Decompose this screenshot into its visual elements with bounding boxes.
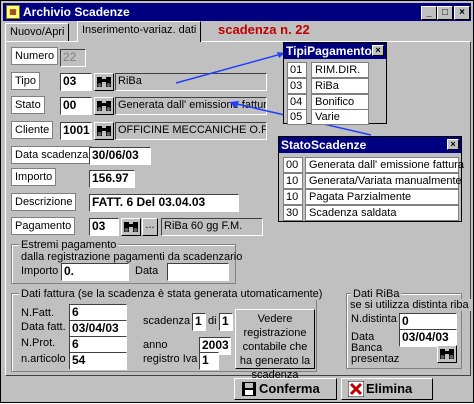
stato-scadenze-title: StatoScadenze × (279, 137, 461, 153)
tipo-arrow (175, 52, 286, 84)
stato-code: 30 (283, 205, 303, 221)
stato-scadenze-popup: StatoScadenze × 00 Generata dall' emissi… (278, 136, 464, 222)
tipi-desc: Varie (311, 109, 369, 125)
tipi-pagamento-title-text: TipiPagamento (286, 44, 372, 58)
tipi-close-icon[interactable]: × (372, 45, 384, 56)
tipi-pagamento-title: TipiPagamento × (284, 43, 386, 59)
list-item[interactable]: 03 RiBa (287, 78, 369, 94)
stato-arrow-head (229, 101, 239, 108)
tipi-desc: RiBa (311, 78, 369, 94)
list-item[interactable]: 04 Bonifico (287, 94, 369, 110)
list-item[interactable]: 01 RIM.DIR. (287, 62, 369, 78)
tipi-desc: Bonifico (311, 94, 369, 110)
stato-code: 10 (283, 173, 303, 189)
tipi-desc: RIM.DIR. (311, 62, 369, 78)
list-item[interactable]: 05 Varie (287, 109, 369, 125)
stato-desc: Scadenza saldata (305, 205, 459, 221)
stato-desc: Generata dall' emissione fattura (305, 157, 464, 173)
app-window: ▦ Archivio Scadenze _ □ × Nuovo/Apri Ins… (0, 0, 474, 403)
list-item[interactable]: 10 Pagata Parzialmente (283, 189, 459, 205)
tipi-code: 04 (287, 94, 307, 110)
list-item[interactable]: 30 Scadenza saldata (283, 205, 459, 221)
tipi-code: 03 (287, 78, 307, 94)
tipi-code: 05 (287, 109, 307, 125)
tab-inserimento[interactable]: Inserimento-variaz. dati (77, 21, 202, 42)
stato-scadenze-title-text: StatoScadenze (281, 138, 367, 152)
list-item[interactable]: 10 Generata/Variata manualmente (283, 173, 462, 189)
stato-code: 10 (283, 189, 303, 205)
tipi-pagamento-popup: TipiPagamento × 01 RIM.DIR. 03 RiBa 04 B… (283, 42, 387, 125)
tipi-code: 01 (287, 62, 307, 78)
stato-desc: Generata/Variata manualmente (305, 173, 462, 189)
stato-code: 00 (283, 157, 303, 173)
stato-desc: Pagata Parzialmente (305, 189, 459, 205)
stato-close-icon[interactable]: × (447, 139, 459, 150)
list-item[interactable]: 00 Generata dall' emissione fattura (283, 157, 464, 173)
